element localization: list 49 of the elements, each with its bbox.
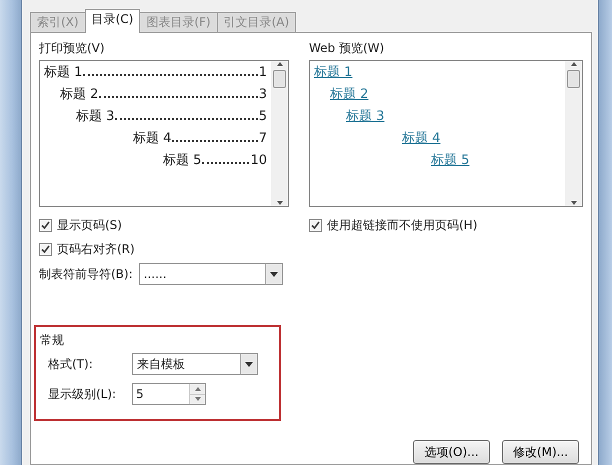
tab[interactable]: 引文目录(A) (216, 12, 296, 32)
section-label: Web 预览(W) (309, 40, 386, 57)
heading-link[interactable]: 标题 1 (314, 63, 352, 85)
spin-down-icon[interactable] (194, 397, 200, 402)
tab[interactable]: 目录(C) (84, 9, 140, 33)
page-number: 3 (258, 86, 267, 104)
scroll-thumb[interactable] (567, 70, 580, 88)
page-number: 7 (258, 130, 267, 148)
group-title: 常规 (40, 332, 65, 349)
dialog-button[interactable]: 修改(M)... (502, 440, 579, 464)
scrollbar[interactable] (565, 61, 582, 206)
leader-dots (202, 162, 250, 164)
scrollbar[interactable] (271, 61, 288, 206)
heading-link[interactable]: 标题 2 (330, 85, 368, 107)
scroll-up-icon[interactable] (570, 61, 578, 67)
format-dropdown[interactable]: 来自模板 (132, 353, 258, 375)
heading-entry: 标题 5 (163, 152, 202, 170)
scroll-down-icon[interactable] (570, 200, 578, 206)
heading-entry: 标题 4 (133, 130, 172, 148)
field-label: 制表符前导符(B): (39, 266, 133, 283)
dropdown-arrow-icon[interactable] (245, 362, 253, 366)
heading-link[interactable]: 标题 5 (431, 151, 470, 173)
dropdown-arrow-icon[interactable] (270, 272, 278, 276)
field-label: 格式(T): (48, 356, 94, 373)
field-label: 显示级别(L): (48, 386, 118, 403)
checkbox-label: 显示页码(S) (57, 217, 122, 234)
checkbox[interactable] (309, 218, 322, 232)
scroll-down-icon[interactable] (276, 200, 284, 206)
scroll-up-icon[interactable] (276, 61, 284, 67)
checkbox[interactable] (39, 242, 52, 256)
dialog-button[interactable]: 选项(O)... (413, 440, 490, 464)
spin-up-icon[interactable] (194, 386, 200, 391)
heading-entry: 标题 1 (44, 64, 82, 82)
level-spinner[interactable]: 5 (132, 383, 206, 405)
checkbox-label: 使用超链接而不使用页码(H) (327, 217, 478, 234)
leader-dropdown[interactable]: ...... (138, 263, 283, 285)
tab[interactable]: 索引(X) (30, 12, 86, 32)
page-number: 1 (258, 64, 267, 82)
scroll-thumb[interactable] (273, 70, 286, 88)
checkbox-label: 页码右对齐(R) (57, 241, 135, 258)
tab[interactable]: 图表目录(F) (139, 12, 218, 32)
heading-entry: 标题 3 (76, 108, 114, 126)
page-number: 5 (258, 108, 267, 126)
heading-entry: 标题 2 (60, 86, 98, 104)
heading-link[interactable]: 标题 3 (346, 107, 384, 129)
heading-link[interactable]: 标题 4 (402, 129, 440, 151)
section-label: 打印预览(V) (39, 40, 106, 57)
checkbox[interactable] (39, 218, 52, 232)
page-number: 10 (250, 152, 267, 170)
